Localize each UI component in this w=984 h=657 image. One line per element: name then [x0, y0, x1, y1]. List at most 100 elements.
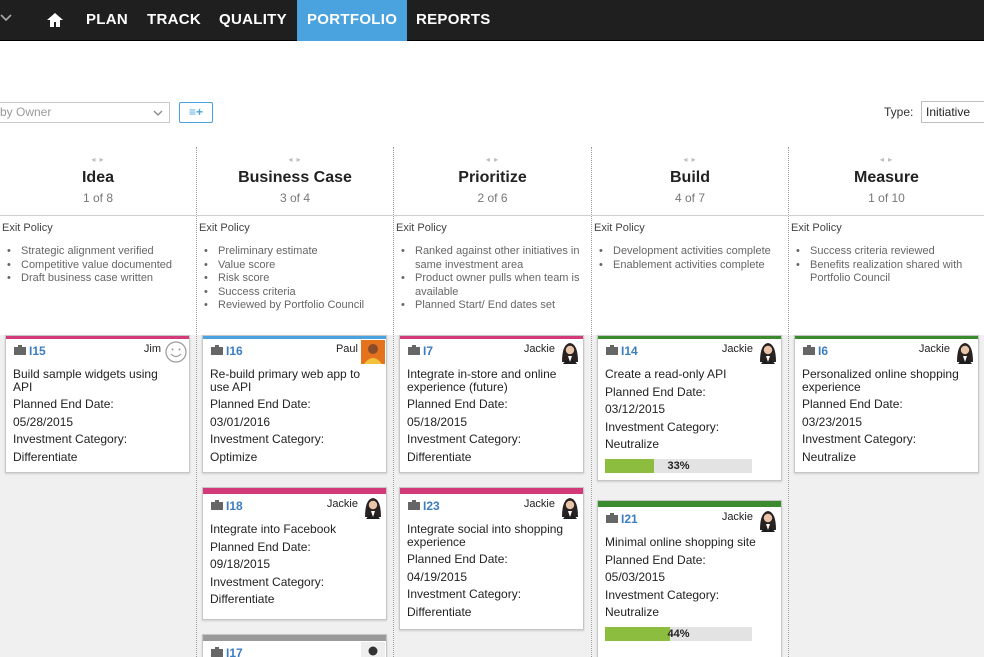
card-id[interactable]: I7: [423, 344, 433, 358]
column-title: Build: [670, 169, 710, 186]
jackie-avatar: [756, 508, 780, 532]
move-arrows-icon[interactable]: ◂ ▸: [394, 155, 591, 164]
move-arrows-icon[interactable]: ◂ ▸: [0, 155, 196, 164]
card-id[interactable]: I21: [621, 512, 638, 526]
card-i18[interactable]: I18 Jackie Integrate into Facebook Plann…: [202, 487, 387, 620]
briefcase-icon: [211, 345, 223, 355]
planned-end-date-label: Planned End Date:: [802, 397, 903, 411]
policy-item: Benefits realization shared with Portfol…: [796, 259, 984, 286]
policy-item: Product owner pulls when team is availab…: [401, 272, 591, 299]
investment-category: Neutralize: [802, 449, 857, 464]
home-icon[interactable]: [46, 11, 64, 29]
card-i14[interactable]: I14 Jackie Create a read-only API Planne…: [597, 335, 782, 481]
column-header: ◂ ▸ Prioritize 2 of 6: [394, 147, 591, 215]
briefcase-icon: [211, 647, 223, 657]
column-count: 4 of 7: [674, 191, 706, 205]
column-count: 1 of 8: [82, 191, 114, 205]
move-arrows-icon[interactable]: ◂ ▸: [789, 155, 984, 164]
owner-filter-placeholder: by Owner: [0, 105, 52, 119]
column-title: Business Case: [238, 169, 352, 186]
column-business-case: ◂ ▸ Business Case 3 of 4 Exit Policy Pre…: [197, 147, 393, 657]
column-measure: ◂ ▸ Measure 1 of 10 Exit Policy Success …: [789, 147, 984, 657]
column-header: ◂ ▸ Business Case 3 of 4: [197, 147, 393, 215]
card-i7[interactable]: I7 Jackie Integrate in-store and online …: [399, 335, 584, 473]
column-build: ◂ ▸ Build 4 of 7 Exit Policy Development…: [592, 147, 788, 657]
silhouette-avatar: [361, 642, 385, 657]
planned-end-date-label: Planned End Date:: [407, 552, 508, 566]
card-id[interactable]: I16: [226, 344, 243, 358]
policy-item: Ranked against other initiatives in same…: [401, 245, 591, 272]
planned-end-date-label: Planned End Date:: [210, 539, 311, 554]
column-title: Idea: [81, 169, 114, 186]
exit-policy: Exit Policy Success criteria reviewed Be…: [789, 215, 984, 335]
exit-policy: Exit Policy Preliminary estimate Value s…: [197, 215, 393, 335]
column-header: ◂ ▸ Measure 1 of 10: [789, 147, 984, 215]
card-owner: Jackie: [523, 498, 555, 510]
card-name: Personalized online shopping experience: [802, 367, 959, 394]
jackie-avatar: [756, 340, 780, 364]
paul-avatar: [361, 340, 385, 364]
progress-bar: 44%: [605, 626, 752, 641]
jackie-avatar: [558, 495, 582, 519]
card-id[interactable]: I18: [226, 499, 243, 513]
move-arrows-icon[interactable]: ◂ ▸: [197, 155, 393, 164]
investment-category-label: Investment Category:: [210, 574, 325, 589]
card-i6[interactable]: I6 Jackie Personalized online shopping e…: [794, 335, 979, 473]
nav-reports[interactable]: REPORTS: [416, 0, 491, 41]
nav-plan[interactable]: PLAN: [86, 0, 128, 41]
investment-category-label: Investment Category:: [210, 432, 325, 446]
card-id[interactable]: I14: [621, 344, 638, 358]
planned-end-date-label: Planned End Date:: [210, 397, 311, 411]
planned-end-date-label: Planned End Date:: [407, 397, 508, 411]
nav-track[interactable]: TRACK: [147, 0, 201, 41]
smiley-avatar: [165, 341, 187, 363]
column-title: Prioritize: [458, 169, 527, 186]
card-lane: I14 Jackie Create a read-only API Planne…: [592, 335, 788, 657]
planned-end-date: 05/28/2015: [13, 414, 74, 429]
column-header: ◂ ▸ Build 4 of 7: [592, 147, 788, 215]
planned-end-date: 04/19/2015: [407, 569, 468, 584]
exit-policy-title: Exit Policy: [594, 222, 645, 234]
progress-bar: 33%: [605, 458, 752, 473]
policy-item: Competitive value documented: [7, 259, 196, 273]
card-i23[interactable]: I23 Jackie Integrate social into shoppin…: [399, 487, 584, 630]
top-nav: PLAN TRACK QUALITY PORTFOLIO REPORTS: [0, 0, 984, 41]
card-i15[interactable]: I15 Jim Build sample widgets using API P…: [5, 335, 190, 473]
card-id[interactable]: I23: [423, 499, 440, 513]
card-id[interactable]: I6: [818, 344, 828, 358]
collapse-chevron-icon[interactable]: [0, 12, 14, 28]
progress-label: 33%: [667, 459, 690, 472]
card-i21[interactable]: I21 Jackie Minimal online shopping site …: [597, 500, 782, 657]
chevron-down-icon: [153, 107, 163, 117]
card-name: Create a read-only API: [605, 367, 727, 381]
briefcase-icon: [14, 345, 26, 355]
policy-item: Planned Start/ End dates set: [401, 299, 591, 313]
exit-policy: Exit Policy Strategic alignment verified…: [0, 215, 196, 335]
card-name: Integrate into Facebook: [210, 522, 337, 536]
planned-end-date-label: Planned End Date:: [605, 552, 706, 567]
type-select[interactable]: Initiative: [921, 101, 984, 123]
planned-end-date-label: Planned End Date:: [13, 397, 114, 411]
planned-end-date: 03/23/2015: [802, 414, 863, 429]
owner-filter-select[interactable]: by Owner: [0, 102, 170, 123]
card-lane: I15 Jim Build sample widgets using API P…: [0, 335, 196, 657]
nav-portfolio[interactable]: PORTFOLIO: [297, 0, 408, 41]
planned-end-date: 05/03/2015: [605, 570, 666, 584]
planned-end-date: 05/18/2015: [407, 414, 468, 429]
investment-category: Differentiate: [210, 592, 275, 606]
exit-policy: Exit Policy Ranked against other initiat…: [394, 215, 591, 335]
card-id[interactable]: I15: [29, 344, 46, 358]
card-i17[interactable]: I17: [202, 634, 387, 657]
exit-policy-title: Exit Policy: [199, 222, 250, 234]
move-arrows-icon[interactable]: ◂ ▸: [592, 155, 788, 164]
add-card-button[interactable]: ≡+: [179, 102, 213, 123]
card-i16[interactable]: I16 Paul Re-build primary web app to use…: [202, 335, 387, 473]
policy-item: Enablement activities complete: [599, 259, 788, 273]
policy-item: Risk score: [204, 272, 393, 286]
nav-quality[interactable]: QUALITY: [219, 0, 287, 41]
investment-category-label: Investment Category:: [605, 419, 720, 434]
card-lane: I6 Jackie Personalized online shopping e…: [789, 335, 984, 657]
card-id[interactable]: I17: [226, 646, 243, 657]
card-owner: Jim: [143, 343, 161, 355]
investment-category: Neutralize: [605, 605, 660, 619]
